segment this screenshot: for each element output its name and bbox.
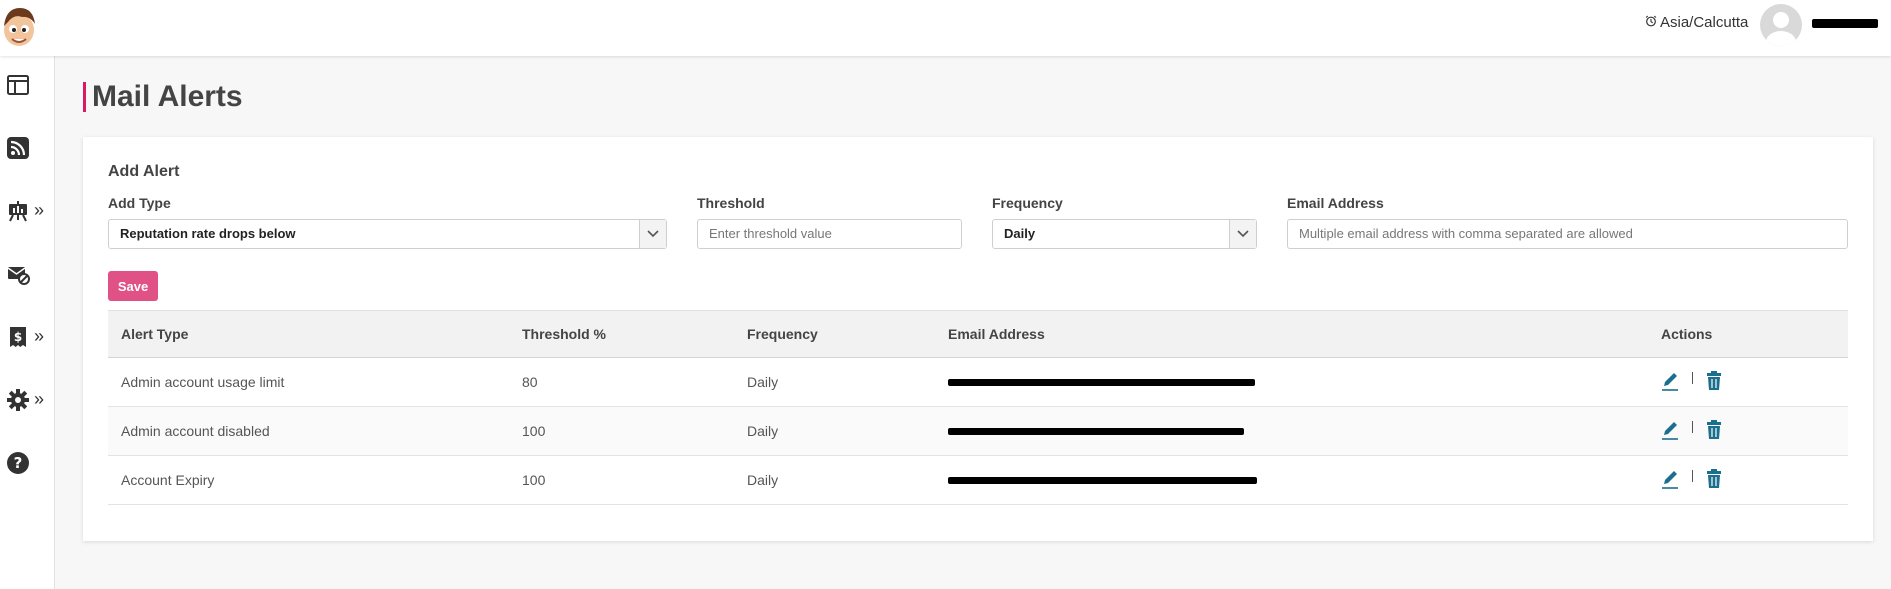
cell-email-redacted [948,428,1244,435]
column-actions: Actions [1661,326,1713,342]
rss-icon [6,136,30,160]
action-divider [1692,470,1693,482]
sidebar-item-dashboard[interactable] [0,67,54,103]
chevron-down-icon[interactable] [639,220,666,248]
add-type-value: Reputation rate drops below [120,226,296,241]
threshold-label: Threshold [697,195,765,211]
billing-icon: $ [6,325,30,349]
submenu-chevron: » [34,326,45,346]
cell-frequency: Daily [747,374,779,390]
sidebar-item-blocked-mail[interactable] [0,256,54,292]
timezone-indicator[interactable]: Asia/Calcutta [1645,14,1748,31]
sidebar-item-help[interactable]: ? [0,445,54,481]
help-icon: ? [6,451,30,475]
submenu-chevron: » [34,200,45,220]
column-threshold: Threshold % [522,326,607,342]
delete-icon[interactable] [1705,420,1723,440]
action-divider [1692,421,1693,433]
cell-threshold: 100 [522,423,546,439]
cell-alert-type: Admin account usage limit [121,374,285,390]
dashboard-icon [6,73,30,97]
table-row: Admin account disabled 100 Daily [108,407,1848,456]
alerts-table: Alert Type Threshold % Frequency Email A… [108,310,1848,505]
cell-email-redacted [948,477,1257,484]
sidebar-item-settings[interactable]: » [0,382,54,418]
svg-text:?: ? [14,454,23,472]
cell-alert-type: Account Expiry [121,472,215,488]
campaign-icon [6,199,30,223]
frequency-select[interactable]: Daily [992,219,1257,249]
column-email: Email Address [948,326,1045,342]
save-button[interactable]: Save [108,271,158,301]
cell-email-redacted [948,379,1255,386]
username-redacted[interactable] [1812,19,1878,28]
cell-frequency: Daily [747,423,779,439]
submenu-chevron: » [34,389,45,409]
gear-icon [6,388,30,412]
add-type-select[interactable]: Reputation rate drops below [108,219,667,249]
brand-logo[interactable] [0,2,38,52]
column-frequency: Frequency [747,326,818,342]
frequency-value: Daily [1004,226,1036,241]
edit-icon[interactable] [1661,420,1679,440]
chevron-down-icon[interactable] [1229,220,1256,248]
table-header: Alert Type Threshold % Frequency Email A… [108,310,1848,358]
cell-threshold: 80 [522,374,538,390]
user-avatar[interactable] [1760,4,1802,46]
table-row: Account Expiry 100 Daily [108,456,1848,505]
cell-threshold: 100 [522,472,546,488]
add-alert-heading: Add Alert [108,163,180,180]
table-row: Admin account usage limit 80 Daily [108,358,1848,407]
sidebar-item-feeds[interactable] [0,130,54,166]
email-input[interactable]: Multiple email address with comma separa… [1287,219,1848,249]
delete-icon[interactable] [1705,371,1723,391]
email-label: Email Address [1287,195,1384,211]
sidebar: » $ » » ? [0,56,55,589]
action-divider [1692,372,1693,384]
svg-text:$: $ [14,330,22,344]
add-type-label: Add Type [108,195,171,211]
threshold-input[interactable]: Enter threshold value [697,219,962,249]
edit-icon[interactable] [1661,371,1679,391]
edit-icon[interactable] [1661,469,1679,489]
mail-blocked-icon [6,262,30,286]
add-alert-card: Add Alert Add Type Reputation rate drops… [83,137,1873,541]
sidebar-item-campaigns[interactable]: » [0,193,54,229]
cell-alert-type: Admin account disabled [121,423,270,439]
alarm-clock-icon [1645,14,1657,31]
frequency-label: Frequency [992,195,1063,211]
delete-icon[interactable] [1705,469,1723,489]
column-alert-type: Alert Type [121,326,189,342]
timezone-label: Asia/Calcutta [1660,14,1749,31]
top-header: Asia/Calcutta [0,0,1891,56]
cell-frequency: Daily [747,472,779,488]
page-title: Mail Alerts [83,82,243,112]
sidebar-item-billing[interactable]: $ » [0,319,54,355]
